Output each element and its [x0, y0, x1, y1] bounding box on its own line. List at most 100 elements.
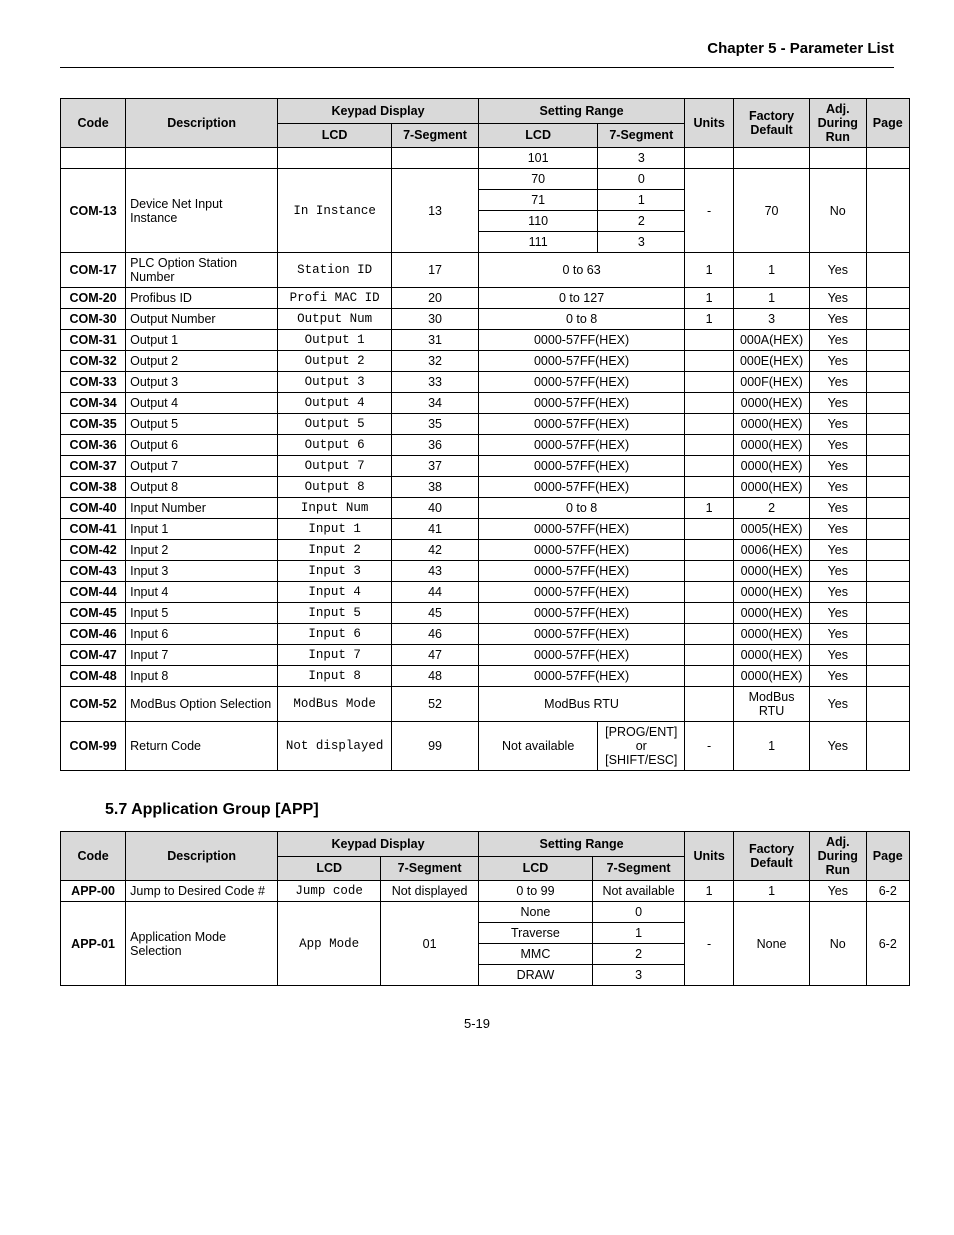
cell-lcd: Input 3 [278, 561, 392, 582]
cell-lcd: Output 4 [278, 393, 392, 414]
cell-range-7seg: 1 [598, 190, 685, 211]
table-row: COM-46Input 6Input 6460000-57FF(HEX)0000… [61, 624, 910, 645]
cell-units: 1 [685, 253, 734, 288]
cell-range-7seg: 0 [592, 902, 684, 923]
cell-page [866, 414, 910, 435]
cell-lcd: Not displayed [278, 722, 392, 771]
cell-adj: Yes [810, 645, 866, 666]
cell-range-lcd: DRAW [478, 965, 592, 986]
cell-7seg: 38 [392, 477, 479, 498]
cell-7seg: 45 [392, 603, 479, 624]
th-code: Code [61, 99, 126, 148]
table-row: COM-44Input 4Input 4440000-57FF(HEX)0000… [61, 582, 910, 603]
cell-desc: Output Number [126, 309, 278, 330]
cell-desc: Input 7 [126, 645, 278, 666]
cell-units [685, 603, 734, 624]
table-row: COM-17PLC Option Station NumberStation I… [61, 253, 910, 288]
table-row: COM-40Input NumberInput Num400 to 812Yes [61, 498, 910, 519]
cell-default: 0000(HEX) [734, 582, 810, 603]
cell-default: 3 [734, 309, 810, 330]
cell-7seg: 37 [392, 456, 479, 477]
cell-page [866, 540, 910, 561]
cell-adj: Yes [810, 309, 866, 330]
cell-units: - [685, 902, 734, 986]
cell-adj: Yes [810, 603, 866, 624]
cell-desc: PLC Option Station Number [126, 253, 278, 288]
cell-adj: Yes [810, 330, 866, 351]
table-row: COM-20Profibus IDProfi MAC ID200 to 1271… [61, 288, 910, 309]
cell-page [866, 169, 910, 253]
cell-range: 0000-57FF(HEX) [478, 519, 684, 540]
cell-range: 0000-57FF(HEX) [478, 603, 684, 624]
table-row: COM-42Input 2Input 2420000-57FF(HEX)0006… [61, 540, 910, 561]
cell-page [866, 393, 910, 414]
cell-7seg: 32 [392, 351, 479, 372]
table-row: COM-41Input 1Input 1410000-57FF(HEX)0005… [61, 519, 910, 540]
parameter-table-com: Code Description Keypad Display Setting … [60, 98, 910, 771]
cell-page [866, 561, 910, 582]
cell-units [685, 393, 734, 414]
cell-lcd: Output 3 [278, 372, 392, 393]
cell-default: 0006(HEX) [734, 540, 810, 561]
cell-page [866, 722, 910, 771]
cell-page [866, 666, 910, 687]
cell-lcd: Input 2 [278, 540, 392, 561]
cell-7seg: 36 [392, 435, 479, 456]
th-page: Page [866, 832, 910, 881]
cell-lcd: Output Num [278, 309, 392, 330]
cell-desc: Input 6 [126, 624, 278, 645]
cell-range-lcd: 71 [478, 190, 597, 211]
cell-lcd: Output 1 [278, 330, 392, 351]
th-range-lcd: LCD [478, 856, 592, 881]
cell-code: COM-17 [61, 253, 126, 288]
table-row: COM-33Output 3Output 3330000-57FF(HEX)00… [61, 372, 910, 393]
cell-adj: Yes [810, 477, 866, 498]
cell-desc: Input 4 [126, 582, 278, 603]
cell-desc: Device Net Input Instance [126, 169, 278, 253]
cell-units [685, 582, 734, 603]
cell-range-lcd: Not available [478, 722, 597, 771]
cell-code: COM-38 [61, 477, 126, 498]
cell-page: 6-2 [866, 902, 910, 986]
cell-page: 6-2 [866, 881, 910, 902]
cell-page [866, 519, 910, 540]
cell-default: None [734, 902, 810, 986]
cell-range-7seg: 1 [592, 923, 684, 944]
cell-range-7seg: [PROG/ENT] or [SHIFT/ESC] [598, 722, 685, 771]
cell-page [866, 372, 910, 393]
cell-desc: Input 2 [126, 540, 278, 561]
cell-page [866, 582, 910, 603]
table-row: COM-31Output 1Output 1310000-57FF(HEX)00… [61, 330, 910, 351]
cell-adj: Yes [810, 414, 866, 435]
cell-page [866, 456, 910, 477]
cell-lcd: Input 1 [278, 519, 392, 540]
cell-desc: ModBus Option Selection [126, 687, 278, 722]
cell-range: 0000-57FF(HEX) [478, 351, 684, 372]
th-setting: Setting Range [478, 99, 684, 124]
cell-desc: Input 5 [126, 603, 278, 624]
cell-range: 0000-57FF(HEX) [478, 456, 684, 477]
cell-7seg: 30 [392, 309, 479, 330]
cell-range-lcd: 111 [478, 232, 597, 253]
cell-7seg: 46 [392, 624, 479, 645]
cell-range: 0000-57FF(HEX) [478, 414, 684, 435]
cell-page [866, 498, 910, 519]
cell-units [685, 330, 734, 351]
cell-lcd: Output 5 [278, 414, 392, 435]
table-row: COM-32Output 2Output 2320000-57FF(HEX)00… [61, 351, 910, 372]
cell-units [685, 645, 734, 666]
cell-lcd: Input 4 [278, 582, 392, 603]
cell-code: COM-13 [61, 169, 126, 253]
cell-units [685, 351, 734, 372]
cell-page [866, 687, 910, 722]
cell-range-lcd: None [478, 902, 592, 923]
th-adj: Adj. During Run [810, 99, 866, 148]
table-row: COM-47Input 7Input 7470000-57FF(HEX)0000… [61, 645, 910, 666]
cell-adj: Yes [810, 456, 866, 477]
cell-range: 0000-57FF(HEX) [478, 372, 684, 393]
cell-desc: Jump to Desired Code # [126, 881, 278, 902]
table-row: COM-43Input 3Input 3430000-57FF(HEX)0000… [61, 561, 910, 582]
th-default: Factory Default [734, 99, 810, 148]
table-row: COM-48Input 8Input 8480000-57FF(HEX)0000… [61, 666, 910, 687]
cell-units: - [685, 169, 734, 253]
